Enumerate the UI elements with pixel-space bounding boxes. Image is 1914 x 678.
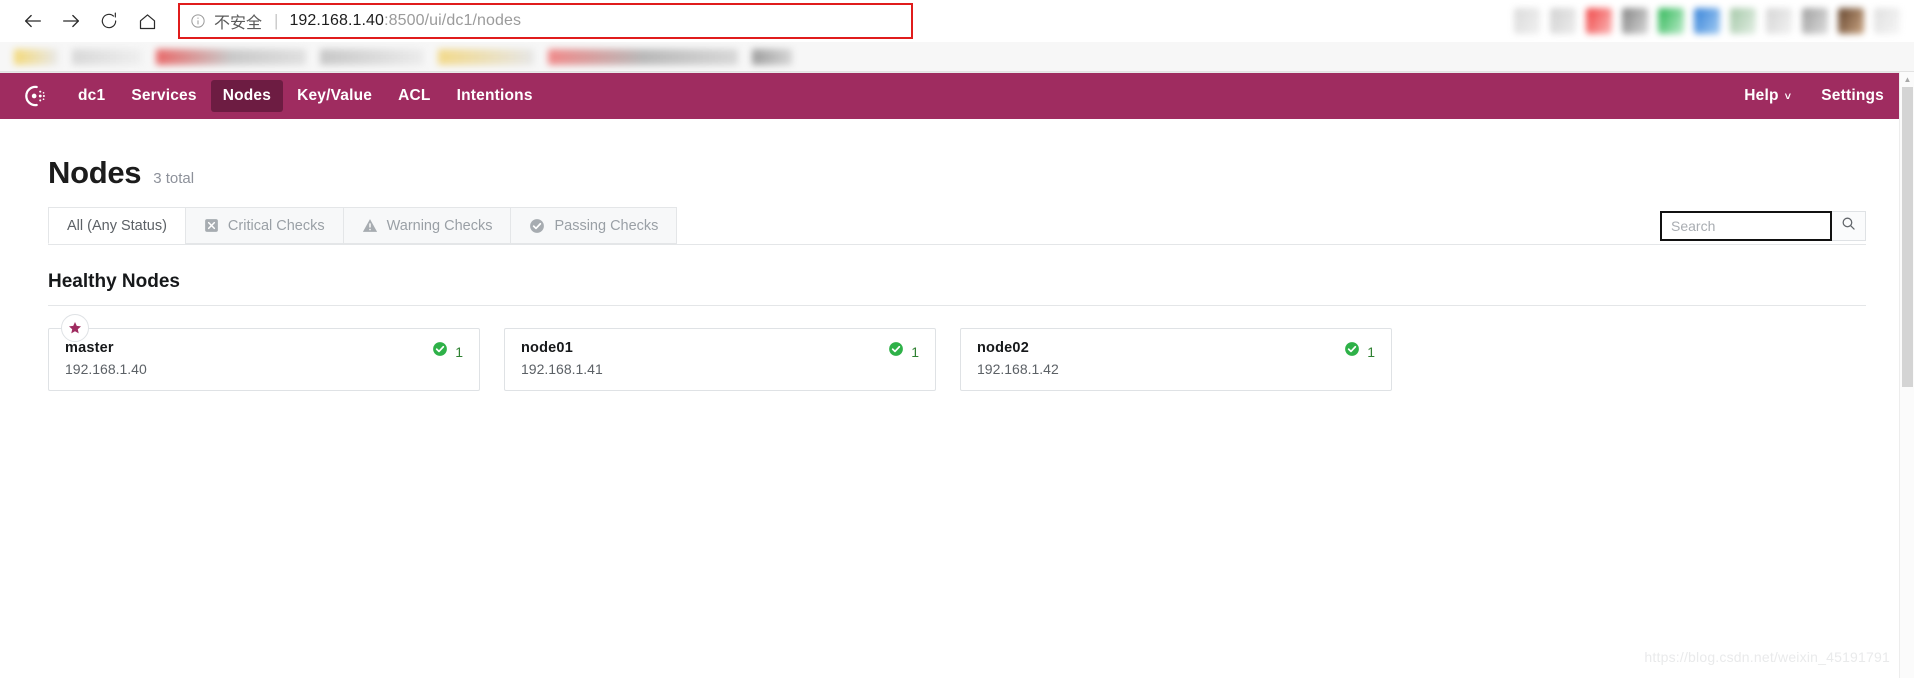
- bookmark-item[interactable]: [14, 48, 58, 65]
- bookmark-item[interactable]: [320, 48, 424, 65]
- bookmark-item[interactable]: [156, 48, 306, 65]
- consul-nav-right: Help ˅ Settings: [1742, 80, 1886, 112]
- check-circle-icon: [432, 341, 448, 362]
- warning-triangle-icon: [362, 218, 378, 233]
- toolbar-icon-7[interactable]: [1730, 8, 1756, 34]
- section-title-healthy-nodes: Healthy Nodes: [48, 271, 1866, 306]
- node-name: node01: [521, 340, 573, 356]
- nav-item-settings[interactable]: Settings: [1819, 80, 1886, 112]
- page-scrollbar[interactable]: ▲: [1899, 72, 1914, 678]
- search-icon: [1841, 216, 1856, 236]
- check-circle-icon: [888, 341, 904, 362]
- toolbar-icon-3[interactable]: [1586, 8, 1612, 34]
- forward-icon[interactable]: [52, 4, 90, 38]
- bookmark-item[interactable]: [548, 48, 738, 65]
- node-status: 1: [888, 341, 919, 362]
- nodes-page: Nodes 3 total All (Any Status) Critical …: [0, 119, 1914, 678]
- address-url-path: :8500/ui/dc1/nodes: [384, 12, 522, 29]
- search-input[interactable]: [1660, 210, 1832, 241]
- address-url: 192.168.1.40:8500/ui/dc1/nodes: [289, 12, 521, 30]
- nav-item-services[interactable]: Services: [119, 80, 208, 112]
- browser-chrome: 不安全 | 192.168.1.40:8500/ui/dc1/nodes: [0, 0, 1914, 73]
- passing-check-icon: [529, 218, 545, 234]
- filter-tab-critical[interactable]: Critical Checks: [184, 207, 343, 244]
- filter-tab-all[interactable]: All (Any Status): [48, 207, 185, 244]
- bookmark-item[interactable]: [752, 48, 792, 65]
- node-address: 192.168.1.42: [977, 361, 1059, 377]
- search-button[interactable]: [1832, 210, 1866, 241]
- page-title: Nodes: [48, 155, 142, 190]
- page-header: Nodes 3 total: [48, 119, 1866, 191]
- nav-item-help[interactable]: Help ˅: [1742, 80, 1793, 112]
- browser-toolbar: 不安全 | 192.168.1.40:8500/ui/dc1/nodes: [0, 0, 1914, 42]
- toolbar-icon-1[interactable]: [1514, 8, 1540, 34]
- toolbar-icon-9[interactable]: [1802, 8, 1828, 34]
- address-divider: |: [274, 11, 279, 30]
- reload-icon[interactable]: [90, 4, 128, 38]
- node-status: 1: [1344, 341, 1375, 362]
- home-icon[interactable]: [128, 4, 166, 38]
- node-checks-passing-count: 1: [911, 343, 919, 360]
- bookmarks-bar: [0, 42, 1914, 72]
- search-area: [1660, 207, 1866, 244]
- status-filter-tabs: All (Any Status) Critical Checks Warning…: [48, 207, 678, 244]
- node-address: 192.168.1.41: [521, 361, 603, 377]
- node-card-list: master 192.168.1.40 1 node01 192.168.1.4…: [48, 314, 1866, 391]
- filter-tab-warning-label: Warning Checks: [386, 217, 493, 234]
- nav-item-nodes[interactable]: Nodes: [210, 80, 284, 112]
- toolbar-icon-4[interactable]: [1622, 8, 1648, 34]
- bookmark-item[interactable]: [72, 48, 142, 65]
- watermark-text: https://blog.csdn.net/weixin_45191791: [1644, 649, 1890, 665]
- node-address: 192.168.1.40: [65, 361, 147, 377]
- security-label: 不安全: [214, 13, 263, 32]
- nav-item-dc1[interactable]: dc1: [66, 80, 117, 112]
- nav-item-intentions[interactable]: Intentions: [445, 80, 545, 112]
- consul-logo-icon[interactable]: [18, 79, 52, 113]
- node-checks-passing-count: 1: [1367, 343, 1375, 360]
- node-status: 1: [432, 341, 463, 362]
- nav-item-key-value[interactable]: Key/Value: [285, 80, 384, 112]
- chevron-down-icon: ˅: [1784, 91, 1792, 103]
- scrollbar-thumb[interactable]: [1902, 87, 1913, 387]
- filter-tab-warning[interactable]: Warning Checks: [342, 207, 511, 244]
- critical-x-icon: [204, 218, 219, 233]
- node-card-node02[interactable]: node02 192.168.1.42 1: [960, 328, 1392, 391]
- toolbar-icon-5[interactable]: [1658, 8, 1684, 34]
- node-total-count: 3 total: [153, 170, 195, 187]
- node-card-node01[interactable]: node01 192.168.1.41 1: [504, 328, 936, 391]
- star-icon: [61, 314, 89, 342]
- address-bar[interactable]: 不安全 | 192.168.1.40:8500/ui/dc1/nodes: [178, 3, 913, 39]
- toolbar-icon-8[interactable]: [1766, 8, 1792, 34]
- toolbar-icon-11[interactable]: [1874, 8, 1900, 34]
- consul-main-nav: dc1 Services Nodes Key/Value ACL Intenti…: [0, 73, 1914, 119]
- node-card-master[interactable]: master 192.168.1.40 1: [48, 314, 480, 391]
- toolbar-extension-icons: [1514, 8, 1906, 34]
- address-bar-blank-area[interactable]: [913, 3, 1510, 39]
- consul-nav-items: dc1 Services Nodes Key/Value ACL Intenti…: [66, 80, 545, 112]
- filter-tab-critical-label: Critical Checks: [227, 217, 325, 234]
- toolbar-icon-6[interactable]: [1694, 8, 1720, 34]
- scroll-up-icon[interactable]: ▲: [1900, 72, 1914, 87]
- filter-tab-all-label: All (Any Status): [67, 217, 167, 234]
- back-icon[interactable]: [14, 4, 52, 38]
- toolbar-icon-10[interactable]: [1838, 8, 1864, 34]
- help-label: Help: [1744, 87, 1779, 104]
- filter-bar: All (Any Status) Critical Checks Warning…: [48, 207, 1866, 245]
- check-circle-icon: [1344, 341, 1360, 362]
- info-circle-icon[interactable]: [190, 13, 206, 29]
- bookmark-item[interactable]: [438, 48, 534, 65]
- toolbar-icon-2[interactable]: [1550, 8, 1576, 34]
- node-name: node02: [977, 340, 1029, 356]
- nav-item-acl[interactable]: ACL: [386, 80, 442, 112]
- node-name: master: [65, 340, 114, 356]
- filter-tab-passing[interactable]: Passing Checks: [510, 207, 678, 244]
- filter-tab-passing-label: Passing Checks: [554, 217, 659, 234]
- address-url-host: 192.168.1.40: [289, 12, 385, 29]
- node-checks-passing-count: 1: [455, 343, 463, 360]
